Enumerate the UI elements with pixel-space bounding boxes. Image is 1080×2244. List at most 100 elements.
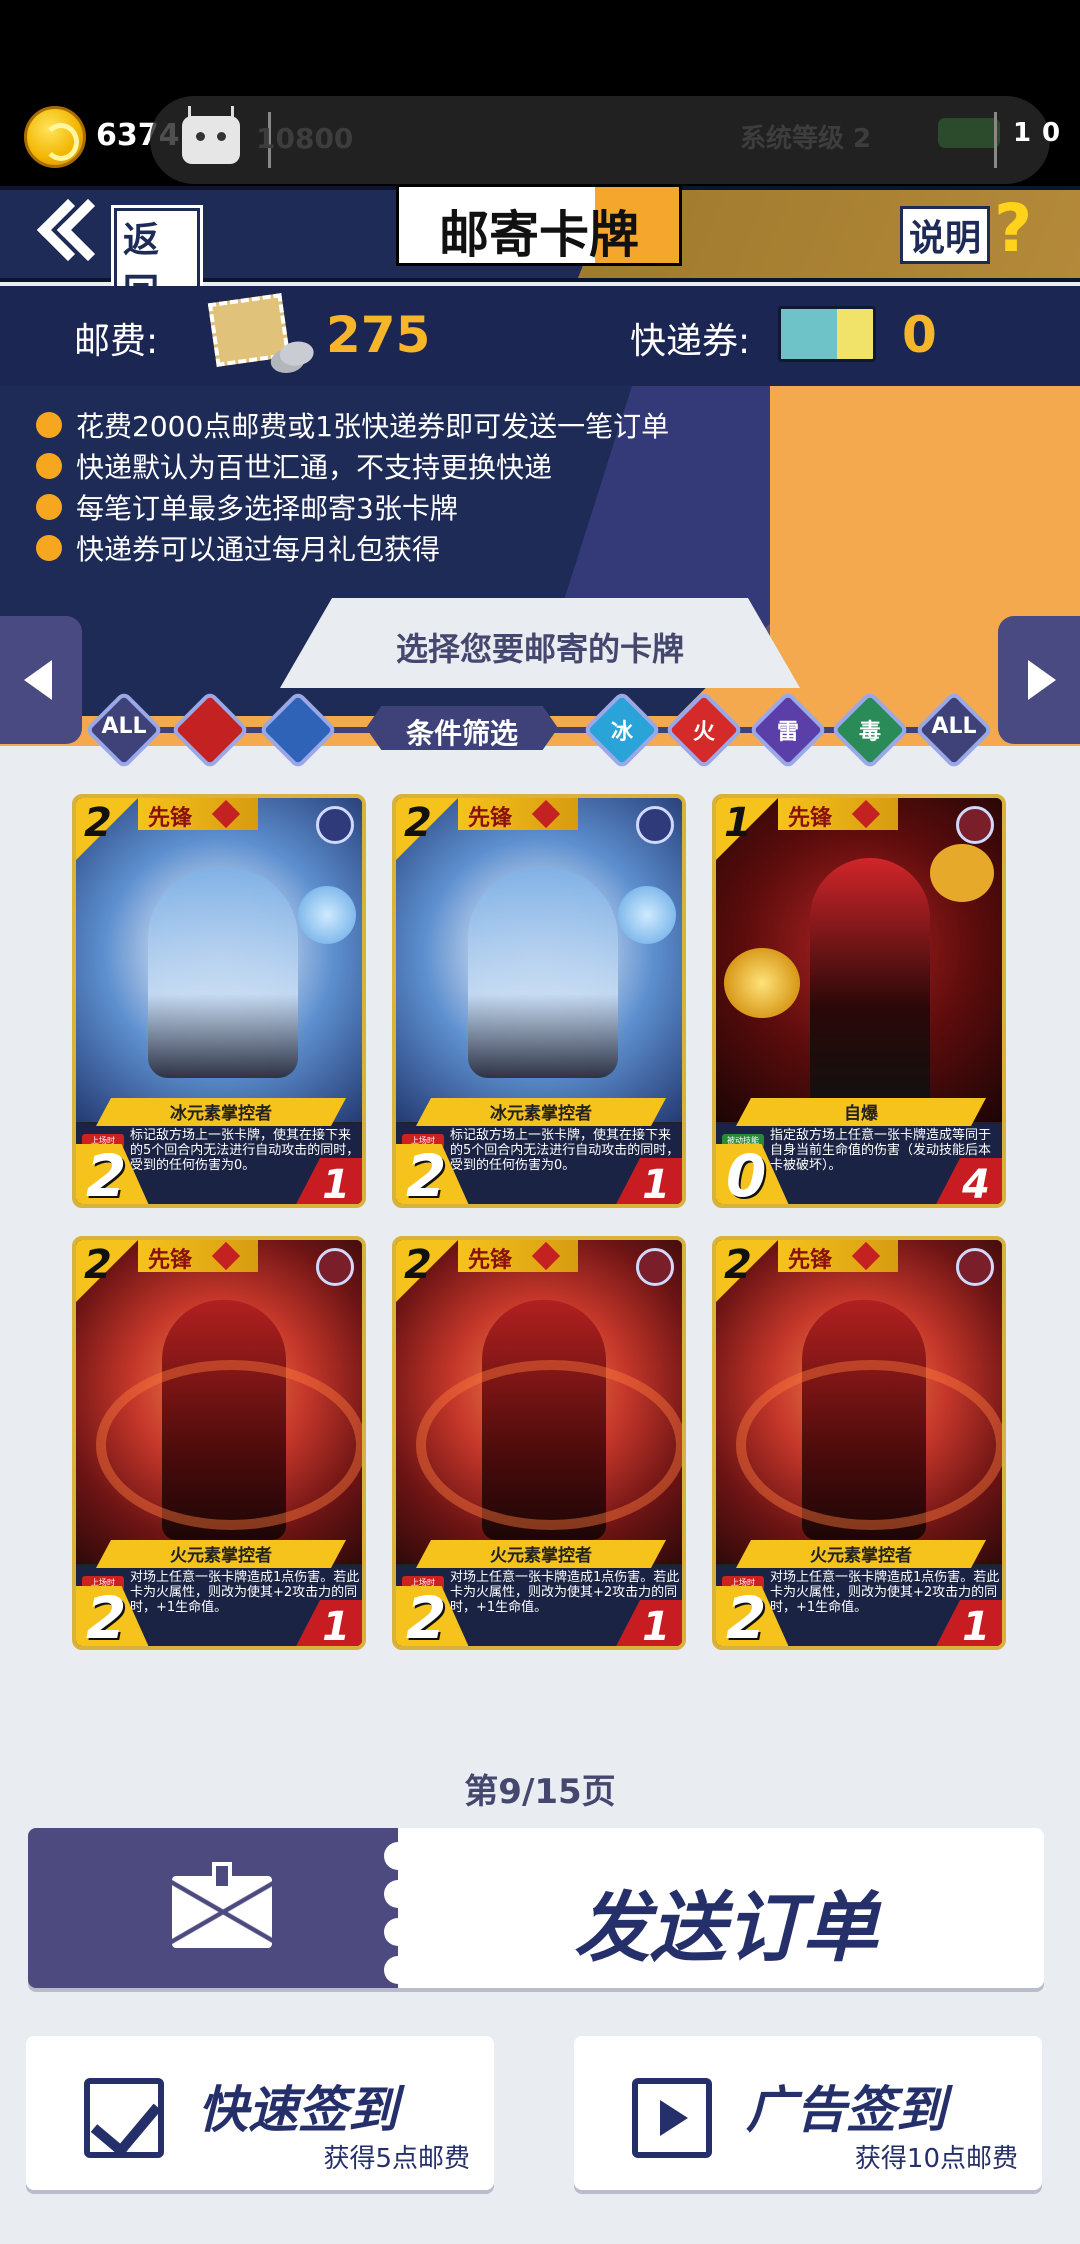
send-order-label: 发送订单 [574, 1883, 878, 1972]
bullet-icon [36, 452, 62, 479]
card-cost: 2 [404, 1242, 432, 1288]
filter-thunder-label: 雷 [776, 720, 799, 745]
card-name: 火元素掌控者 [170, 1546, 272, 1566]
card-name: 自爆 [844, 1104, 878, 1124]
ice-element-icon [636, 806, 674, 844]
stamp-icon [207, 293, 291, 367]
card-attack: 2 [86, 1142, 127, 1208]
card-hp: 1 [322, 1604, 350, 1650]
rule-text: 每笔订单最多选择邮寄3张卡牌 [76, 491, 458, 525]
fire-element-icon [956, 1248, 994, 1286]
next-page-button[interactable] [998, 616, 1080, 744]
rules-list: 花费2000点邮费或1张快递券即可发送一笔订单 快递默认为百世汇通，不支持更换快… [36, 404, 669, 568]
card-5[interactable]: 2 先锋 火元素掌控者 上场时 对场上任意一张卡牌造成1点伤害。若此卡为火属性，… [392, 1236, 686, 1650]
prev-page-button[interactable] [0, 616, 82, 744]
quick-sign-button[interactable]: 快速签到 获得5点邮费 [26, 2036, 494, 2190]
card-artwork [716, 1240, 1002, 1564]
card-cost: 2 [724, 1242, 752, 1288]
postage-label: 邮费: [74, 321, 159, 362]
card-name: 冰元素掌控者 [170, 1104, 272, 1124]
arrow-left-icon [24, 660, 52, 700]
voucher-label: 快递券: [630, 321, 751, 362]
filter-poison-label: 毒 [858, 720, 881, 745]
card-attack: 2 [406, 1142, 447, 1208]
card-class: 先锋 [148, 1248, 193, 1273]
checkbox-icon [84, 2078, 164, 2158]
card-name: 冰元素掌控者 [490, 1104, 592, 1124]
filter-all-label: ALL [101, 714, 147, 739]
video-play-icon [632, 2078, 712, 2158]
card-artwork [396, 798, 682, 1122]
card-4[interactable]: 2 先锋 火元素掌控者 上场时 对场上任意一张卡牌造成1点伤害。若此卡为火属性，… [72, 1236, 366, 1650]
card-hp: 1 [962, 1604, 990, 1650]
voucher-ticket-icon [778, 306, 876, 362]
ad-sign-title: 广告签到 [746, 2081, 946, 2139]
card-artwork [716, 798, 1002, 1122]
send-order-button[interactable]: 发送订单 [28, 1828, 1044, 1988]
rule-item: 每笔订单最多选择邮寄3张卡牌 [36, 486, 669, 527]
ice-element-icon [316, 806, 354, 844]
card-cost: 1 [724, 800, 752, 846]
filter-ice-label: 冰 [610, 720, 633, 745]
filter-title: 条件筛选 [405, 717, 518, 750]
card-class: 先锋 [468, 806, 513, 831]
coin-icon [24, 106, 86, 168]
voucher-value: 0 [902, 306, 937, 364]
bullet-icon [36, 493, 62, 520]
card-artwork [396, 1240, 682, 1564]
card-class: 先锋 [148, 806, 193, 831]
ad-sign-reward: 获得10点邮费 [854, 2144, 1018, 2174]
rule-item: 快递默认为百世汇通，不支持更换快递 [36, 445, 669, 486]
toolbar-divider [994, 112, 997, 168]
card-1[interactable]: 2 先锋 冰元素掌控者 上场时 标记敌方场上一张卡牌，使其在接下来的5个回合内无… [72, 794, 366, 1208]
filter-all-element-label: ALL [931, 714, 977, 739]
bullet-icon [36, 534, 62, 561]
select-title: 选择您要邮寄的卡牌 [395, 630, 684, 668]
card-cost: 2 [84, 800, 112, 846]
card-cost: 2 [404, 800, 432, 846]
card-2[interactable]: 2 先锋 冰元素掌控者 上场时 标记敌方场上一张卡牌，使其在接下来的5个回合内无… [392, 794, 686, 1208]
robot-icon[interactable] [182, 116, 240, 164]
page-title: 邮寄卡牌 [439, 206, 639, 264]
card-artwork [76, 1240, 362, 1564]
card-hp: 1 [322, 1162, 350, 1208]
ad-sign-button[interactable]: 广告签到 获得10点邮费 [574, 2036, 1042, 2190]
battery-value: 1 [1013, 118, 1032, 148]
rule-text: 花费2000点邮费或1张快递券即可发送一笔订单 [76, 409, 670, 443]
rule-text: 快递券可以通过每月礼包获得 [76, 532, 441, 566]
bullet-icon [36, 411, 62, 438]
page-title-box: 邮寄卡牌 [396, 184, 682, 266]
card-attack: 2 [86, 1584, 127, 1650]
fire-element-icon [956, 806, 994, 844]
card-attack: 2 [406, 1584, 447, 1650]
rule-item: 快递券可以通过每月礼包获得 [36, 527, 669, 568]
card-cost: 2 [84, 1242, 112, 1288]
card-hp: 4 [962, 1162, 990, 1208]
card-class: 先锋 [788, 1248, 833, 1273]
quick-sign-title: 快速签到 [198, 2081, 398, 2139]
card-attack: 2 [726, 1584, 767, 1650]
question-icon[interactable]: ? [994, 190, 1032, 267]
card-name: 火元素掌控者 [490, 1546, 592, 1566]
rule-item: 花费2000点邮费或1张快递券即可发送一笔订单 [36, 404, 669, 445]
download-arrow-icon [212, 1862, 232, 1890]
back-button[interactable]: 返回 [30, 198, 203, 321]
card-6[interactable]: 2 先锋 火元素掌控者 上场时 对场上任意一张卡牌造成1点伤害。若此卡为火属性，… [712, 1236, 1006, 1650]
system-level: 系统等级 2 [740, 124, 872, 154]
arrow-right-icon [1028, 660, 1056, 700]
overlay-coin-value: 10800 [256, 122, 354, 155]
rule-text: 快递默认为百世汇通，不支持更换快递 [76, 450, 553, 484]
card-3[interactable]: 1 先锋 自爆 被动技能 指定敌方场上任意一张卡牌造成等同于自身当前生命值的伤害… [712, 794, 1006, 1208]
card-hp: 1 [642, 1162, 670, 1208]
page-indicator: 第9/15页 [464, 1772, 616, 1812]
help-button[interactable]: 说明 [900, 206, 991, 264]
fire-element-icon [316, 1248, 354, 1286]
notification-badge: 0 [1042, 118, 1061, 148]
fire-element-icon [636, 1248, 674, 1286]
quick-sign-reward: 获得5点邮费 [323, 2144, 470, 2174]
card-name: 火元素掌控者 [810, 1546, 912, 1566]
battery-icon [938, 118, 1000, 148]
card-class: 先锋 [468, 1248, 513, 1273]
card-class: 先锋 [788, 806, 833, 831]
filter-fire-label: 火 [692, 720, 715, 745]
